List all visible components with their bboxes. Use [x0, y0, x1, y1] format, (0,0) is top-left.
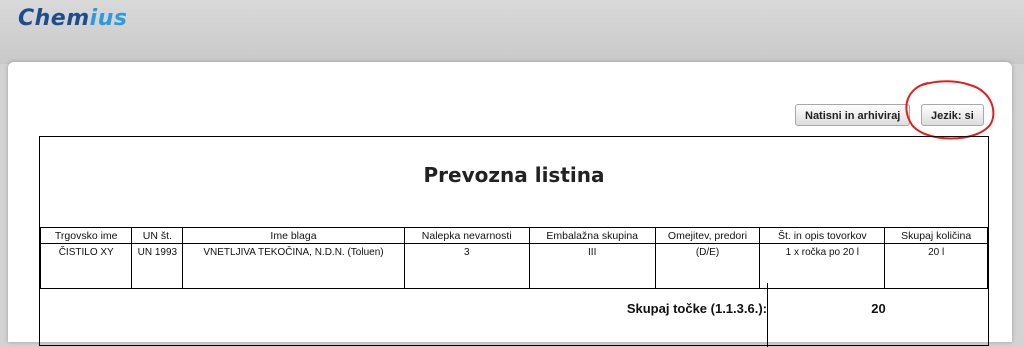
table-cell: 1 x ročka po 20 l [759, 243, 886, 289]
chemius-logo[interactable]: Chemius [18, 6, 127, 31]
column-header: Št. in opis tovorkov [759, 227, 886, 244]
column-header: Embalažna skupina [528, 227, 656, 244]
print-archive-button[interactable]: Natisni in arhiviraj [795, 104, 911, 126]
total-divider [767, 283, 768, 347]
total-row: Skupaj točke (1.1.3.6.): 20 [40, 283, 988, 347]
column-header: Trgovsko ime [39, 227, 133, 244]
table-cell: ČISTILO XY [39, 243, 133, 289]
table-cell: 20 l [884, 243, 988, 289]
top-header: Chemius [0, 0, 1024, 64]
content-panel: Natisni in arhiviraj Jezik: si Prevozna … [8, 62, 1012, 347]
table-header-row: Trgovsko ime UN št. Ime blaga Nalepka ne… [39, 227, 988, 244]
table-cell: III [528, 243, 656, 289]
column-header: Ime blaga [182, 227, 405, 244]
logo-text-part2: ius [89, 6, 128, 31]
goods-table: Trgovsko ime UN št. Ime blaga Nalepka ne… [39, 227, 988, 289]
column-header: UN št. [131, 227, 184, 244]
column-header: Omejitev, predori [654, 227, 761, 244]
transport-document: Prevozna listina Trgovsko ime UN št. Ime… [39, 136, 989, 347]
document-title: Prevozna listina [423, 163, 605, 187]
logo-text-part1: Chem [18, 6, 90, 31]
table-row: ČISTILO XY UN 1993 VNETLJIVA TEKOČINA, N… [39, 243, 988, 289]
language-button[interactable]: Jezik: si [921, 104, 984, 126]
table-cell: VNETLJIVA TEKOČINA, N.D.N. (Toluen) [182, 243, 405, 289]
column-header: Skupaj količina [884, 227, 988, 244]
table-cell: (D/E) [654, 243, 761, 289]
column-header: Nalepka nevarnosti [403, 227, 530, 244]
total-label: Skupaj točke (1.1.3.6.): [626, 301, 767, 316]
total-value: 20 [871, 301, 886, 316]
table-cell: UN 1993 [131, 243, 184, 289]
table-cell: 3 [403, 243, 530, 289]
